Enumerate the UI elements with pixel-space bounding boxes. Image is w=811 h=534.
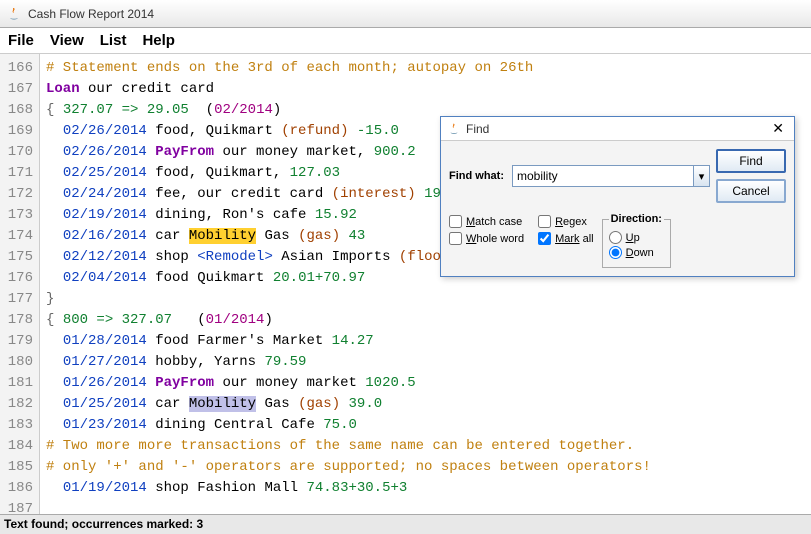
window-titlebar: Cash Flow Report 2014: [0, 0, 811, 28]
chevron-down-icon[interactable]: ▾: [693, 166, 709, 186]
whole-word-checkbox[interactable]: Whole word: [449, 232, 524, 245]
direction-up-radio[interactable]: Up: [609, 231, 664, 244]
window-title: Cash Flow Report 2014: [28, 7, 154, 21]
keyword: Loan: [46, 81, 80, 97]
search-hit-current: Mobility: [189, 228, 256, 244]
find-dialog-titlebar[interactable]: Find ✕: [441, 117, 794, 141]
java-icon: [447, 122, 461, 136]
mark-all-checkbox[interactable]: Mark all: [538, 232, 594, 245]
menu-file[interactable]: File: [8, 32, 34, 49]
find-dialog-title: Find: [466, 122, 768, 136]
menu-view[interactable]: View: [50, 32, 84, 49]
line-number-gutter: 1661671681691701711721731741751761771781…: [0, 54, 40, 514]
menubar: File View List Help: [0, 28, 811, 54]
status-bar: Text found; occurrences marked: 3: [0, 514, 811, 534]
search-hit-marked: Mobility: [189, 396, 256, 412]
find-button[interactable]: Find: [716, 149, 786, 173]
cancel-button[interactable]: Cancel: [716, 179, 786, 203]
find-what-label: Find what:: [449, 170, 504, 182]
comment: # Statement ends on the 3rd of each mont…: [46, 60, 533, 76]
close-icon[interactable]: ✕: [768, 120, 788, 137]
find-dialog: Find ✕ Find what: ▾ Find Cancel Match ca…: [440, 116, 795, 277]
match-case-checkbox[interactable]: Match case: [449, 215, 524, 228]
find-what-combo[interactable]: ▾: [512, 165, 710, 187]
direction-down-radio[interactable]: Down: [609, 246, 664, 259]
menu-help[interactable]: Help: [142, 32, 175, 49]
menu-list[interactable]: List: [100, 32, 127, 49]
find-what-input[interactable]: [512, 165, 710, 187]
java-icon: [6, 6, 22, 22]
direction-group: Direction: Up Down: [602, 213, 671, 268]
regex-checkbox[interactable]: Regex: [538, 215, 594, 228]
